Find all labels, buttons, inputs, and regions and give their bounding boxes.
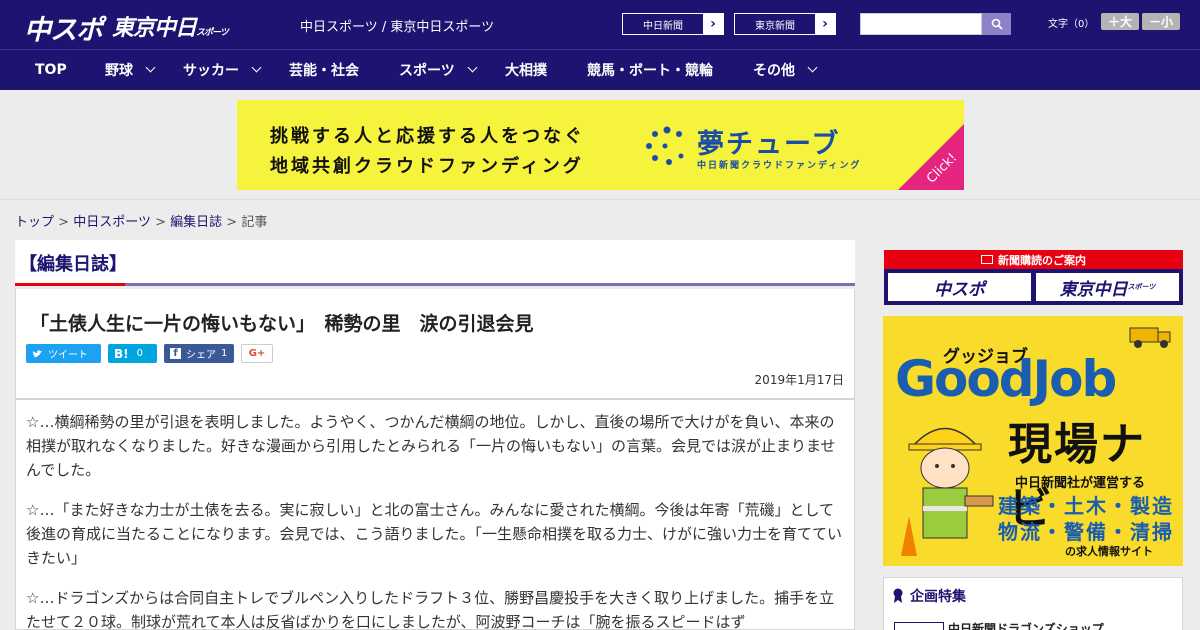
subscribe-tokyo-text: 東京中日: [1059, 279, 1128, 300]
article-paragraph: ☆…「また好きな力士が土俵を去る。実に寂しい」と北の富士さん。みんなに愛された横…: [26, 501, 843, 567]
goodjob-line4: の求人情報サイト: [1065, 545, 1153, 558]
hatena-b-icon: B!: [114, 346, 129, 361]
category-accent-bar: [15, 283, 125, 286]
nav-sumo[interactable]: 大相撲: [505, 50, 547, 90]
breadcrumb-top[interactable]: トップ: [15, 215, 54, 230]
article-title: 「土俵人生に一片の悔いもない」 稀勢の里 涙の引退会見: [30, 313, 534, 335]
truck-icon: [1129, 327, 1171, 348]
chunichi-shimbun-link[interactable]: 中日新聞 ›: [622, 13, 724, 35]
font-increase-button[interactable]: ＋大: [1101, 13, 1139, 30]
tokyo-chunichi-logo[interactable]: 東京中日スポーツ: [112, 10, 229, 42]
chevron-right-icon: ›: [815, 14, 835, 34]
feature-panel: 企画特集 中日新聞ドラゴンズショップ: [883, 577, 1183, 630]
category-title: 【編集日誌】: [19, 254, 127, 275]
breadcrumb-sep: >: [155, 215, 166, 230]
nav-baseball[interactable]: 野球: [105, 50, 156, 90]
chevron-down-icon: [467, 62, 478, 73]
nav-soccer[interactable]: サッカー: [183, 50, 262, 90]
breadcrumb-current: 記事: [241, 215, 268, 230]
feature-thumbnail[interactable]: [894, 622, 944, 630]
facebook-share-button[interactable]: f シェア 1: [164, 344, 234, 363]
banner-area: 挑戦する人と応援する人をつなぐ 地域共創クラウドファンディング 夢チューブ 中日…: [0, 90, 1200, 200]
nav-label: 芸能・社会: [289, 63, 359, 79]
tokyo-shimbun-link[interactable]: 東京新聞 ›: [734, 13, 836, 35]
share-count: 1: [221, 348, 228, 359]
feature-title: 企画特集: [910, 589, 966, 605]
worker-illustration-icon: [901, 427, 994, 556]
banner-brand-sub: 中日新聞クラウドファンディング: [697, 161, 862, 171]
subscribe-tokyo-link[interactable]: 東京中日 スポーツ: [1036, 273, 1179, 301]
nav-label: TOP: [35, 62, 67, 78]
nav-label: 競馬・ボート・競輪: [587, 63, 713, 79]
ext-link-label: 東京新聞: [755, 20, 795, 32]
chevron-down-icon: [251, 62, 262, 73]
nav-label: サッカー: [183, 63, 239, 79]
facebook-icon: f: [170, 348, 181, 359]
feature-header: 企画特集: [892, 586, 966, 606]
subscribe-tokyo-small: スポーツ: [1127, 283, 1156, 291]
newspaper-icon: [981, 255, 993, 264]
subscribe-chuspo-link[interactable]: 中スポ: [888, 273, 1031, 301]
nav-sports[interactable]: スポーツ: [399, 50, 478, 90]
ext-link-label: 中日新聞: [643, 20, 683, 32]
nav-label: その他: [753, 63, 795, 79]
nav-entertainment[interactable]: 芸能・社会: [289, 50, 359, 90]
banner-brand: 夢チューブ: [697, 129, 841, 160]
dots-logo-icon: [646, 126, 684, 165]
article-paragraph: ☆…ドラゴンズからは合同自主トレでブルペン入りしたドラフト３位、勝野昌慶投手を大…: [26, 589, 835, 630]
nav-label: 大相撲: [505, 63, 547, 79]
chevron-right-icon: ›: [703, 14, 723, 34]
search-input[interactable]: [860, 13, 982, 35]
hatena-button[interactable]: B! 0: [108, 344, 157, 363]
article-paragraph: ☆…横綱稀勢の里が引退を表明しました。ようやく、つかんだ横綱の地位。しかし、直後…: [26, 413, 836, 479]
goodjob-line3: 物流・警備・清掃: [998, 520, 1174, 544]
nav-label: スポーツ: [399, 63, 455, 79]
chuspo-logo[interactable]: 中スポ: [24, 8, 103, 47]
banner-line2: 地域共創クラウドファンディング: [270, 156, 584, 177]
feature-item[interactable]: 中日新聞ドラゴンズショップ: [948, 620, 1104, 630]
main-column: 【編集日誌】 「土俵人生に一片の悔いもない」 稀勢の里 涙の引退会見 ツイート …: [15, 240, 855, 630]
hatena-count: 0: [136, 348, 143, 359]
breadcrumb: トップ > 中日スポーツ > 編集日誌 > 記事: [15, 211, 267, 230]
breadcrumb-editorial-diary[interactable]: 編集日誌: [170, 215, 222, 230]
subscription-title: 新聞購読のご案内: [884, 250, 1183, 269]
tokyo-logo-text: 東京中日: [112, 16, 197, 41]
subscription-panel: 新聞購読のご案内 中スポ 東京中日 スポーツ: [884, 250, 1183, 305]
breadcrumb-chunichi-sports[interactable]: 中日スポーツ: [73, 215, 151, 230]
chevron-down-icon: [807, 62, 818, 73]
subscription-title-text: 新聞購読のご案内: [998, 253, 1086, 267]
tweet-label: ツイート: [48, 350, 88, 361]
breadcrumb-sep: >: [58, 215, 70, 230]
goodjob-line1: 中日新聞社が運営する: [1015, 476, 1146, 491]
nav-label: 野球: [105, 63, 133, 79]
article-date: 2019年1月17日: [754, 373, 844, 387]
nav-other[interactable]: その他: [753, 50, 818, 90]
top-header: 中スポ 東京中日スポーツ 中日スポーツ / 東京中日スポーツ 中日新聞 › 東京…: [0, 0, 1200, 49]
goodjob-line2: 建築・土木・製造: [998, 494, 1174, 518]
twitter-icon: [32, 349, 42, 357]
breadcrumb-sep: >: [226, 215, 238, 230]
tweet-button[interactable]: ツイート: [26, 344, 101, 363]
article-header: 「土俵人生に一片の悔いもない」 稀勢の里 涙の引退会見 ツイート B! 0 f …: [15, 289, 855, 399]
article-body: ☆…横綱稀勢の里が引退を表明しました。ようやく、つかんだ横綱の地位。しかし、直後…: [15, 399, 855, 630]
google-plus-button[interactable]: G+: [241, 344, 273, 363]
goodjob-title: GoodJob: [895, 350, 1117, 408]
font-decrease-button[interactable]: －小: [1142, 13, 1180, 30]
goodjob-ad[interactable]: グッジョブ GoodJob 現場ナビ 中日新聞社が運営する 建築・土木・製造 物…: [883, 316, 1183, 566]
site-links[interactable]: 中日スポーツ / 東京中日スポーツ: [300, 16, 494, 35]
font-size-label: 文字（0）: [1048, 19, 1095, 30]
nav-racing[interactable]: 競馬・ボート・競輪: [587, 50, 713, 90]
search-button[interactable]: [982, 13, 1011, 35]
main-nav: TOP 野球 サッカー 芸能・社会 スポーツ 大相撲 競馬・ボート・競輪 その他: [0, 49, 1200, 90]
ribbon-icon: [893, 588, 903, 603]
nav-top[interactable]: TOP: [35, 50, 67, 90]
chevron-down-icon: [145, 62, 156, 73]
share-label: シェア: [186, 350, 216, 361]
tokyo-logo-small: スポーツ: [196, 28, 229, 38]
search-icon: [991, 18, 1003, 30]
category-header: 【編集日誌】: [15, 240, 855, 286]
banner-line1: 挑戦する人と応援する人をつなぐ: [270, 126, 585, 147]
crowdfunding-banner[interactable]: 挑戦する人と応援する人をつなぐ 地域共創クラウドファンディング 夢チューブ 中日…: [237, 100, 964, 190]
